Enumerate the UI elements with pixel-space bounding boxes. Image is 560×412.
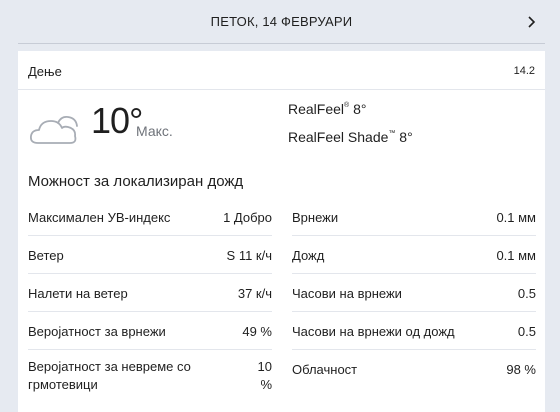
detail-value: 10 % bbox=[257, 359, 272, 392]
detail-label: Веројатност за врнежи bbox=[28, 324, 166, 339]
realfeel-shade: RealFeel Shade™ 8° bbox=[288, 129, 413, 145]
details-left-column: Максимален УВ-индекс 1 Добро Ветер S 11 … bbox=[28, 198, 272, 404]
detail-value: 0.5 bbox=[517, 324, 536, 339]
temperature-value: 10° bbox=[91, 100, 143, 141]
detail-row: Врнежи 0.1 мм bbox=[292, 198, 536, 236]
detail-row: Часови на врнежи 0.5 bbox=[292, 274, 536, 312]
detail-label: Облачност bbox=[292, 362, 358, 377]
detail-value: 0.1 мм bbox=[496, 210, 536, 225]
detail-row: Ветер S 11 к/ч bbox=[28, 236, 272, 274]
registered-mark: ® bbox=[344, 102, 350, 109]
realfeel-shade-value: 8° bbox=[399, 129, 413, 145]
period-date: 14.2 bbox=[513, 65, 535, 77]
weather-phrase: Можност за локализиран дожд bbox=[28, 173, 244, 190]
detail-row: Часови на врнежи од дожд 0.5 bbox=[292, 312, 536, 350]
detail-row: Веројатност за врнежи 49 % bbox=[28, 312, 272, 350]
day-header[interactable]: ПЕТОК, 14 ФЕВРУАРИ bbox=[18, 0, 545, 44]
detail-value: 1 Добро bbox=[223, 210, 272, 225]
detail-label: Ветер bbox=[28, 248, 64, 263]
detail-value: 0.5 bbox=[517, 286, 536, 301]
detail-label: Часови на врнежи од дожд bbox=[292, 324, 455, 339]
realfeel: RealFeel® 8° bbox=[288, 101, 366, 117]
realfeel-label: RealFeel bbox=[288, 101, 345, 117]
detail-row: Максимален УВ-индекс 1 Добро bbox=[28, 198, 272, 236]
detail-value: 49 % bbox=[242, 324, 272, 339]
detail-value: 98 % bbox=[506, 362, 536, 377]
temperature-label: Макс. bbox=[136, 123, 173, 139]
day-title: ПЕТОК, 14 ФЕВРУАРИ bbox=[210, 14, 353, 29]
detail-value: 37 к/ч bbox=[237, 286, 272, 301]
detail-row: Дожд 0.1 мм bbox=[292, 236, 536, 274]
realfeel-value: 8° bbox=[353, 101, 367, 117]
chevron-right-icon[interactable] bbox=[525, 15, 539, 29]
detail-label: Часови на врнежи bbox=[292, 286, 402, 301]
detail-label: Налети на ветер bbox=[28, 286, 128, 301]
detail-value: S 11 к/ч bbox=[226, 248, 272, 263]
trademark-mark: ™ bbox=[388, 130, 396, 137]
forecast-card: Дење 14.2 10° Макс. RealFeel® 8° RealFee… bbox=[18, 51, 545, 412]
detail-label: Врнежи bbox=[292, 210, 339, 225]
detail-value: 0.1 мм bbox=[496, 248, 536, 263]
detail-row: Облачност 98 % bbox=[292, 350, 536, 404]
period-label: Дење bbox=[28, 64, 62, 79]
details-right-column: Врнежи 0.1 мм Дожд 0.1 мм Часови на врне… bbox=[292, 198, 536, 404]
detail-label: Дожд bbox=[292, 248, 325, 263]
realfeel-shade-label: RealFeel Shade bbox=[288, 129, 389, 145]
detail-row: Веројатност за невреме со грмотевици 10 … bbox=[28, 350, 272, 404]
cloudy-icon bbox=[29, 115, 78, 144]
details-panel: Максимален УВ-индекс 1 Добро Ветер S 11 … bbox=[28, 198, 536, 408]
detail-label: Веројатност за невреме со грмотевици bbox=[28, 359, 191, 392]
period-row: Дење 14.2 bbox=[18, 51, 545, 90]
detail-label: Максимален УВ-индекс bbox=[28, 210, 171, 225]
detail-row: Налети на ветер 37 к/ч bbox=[28, 274, 272, 312]
